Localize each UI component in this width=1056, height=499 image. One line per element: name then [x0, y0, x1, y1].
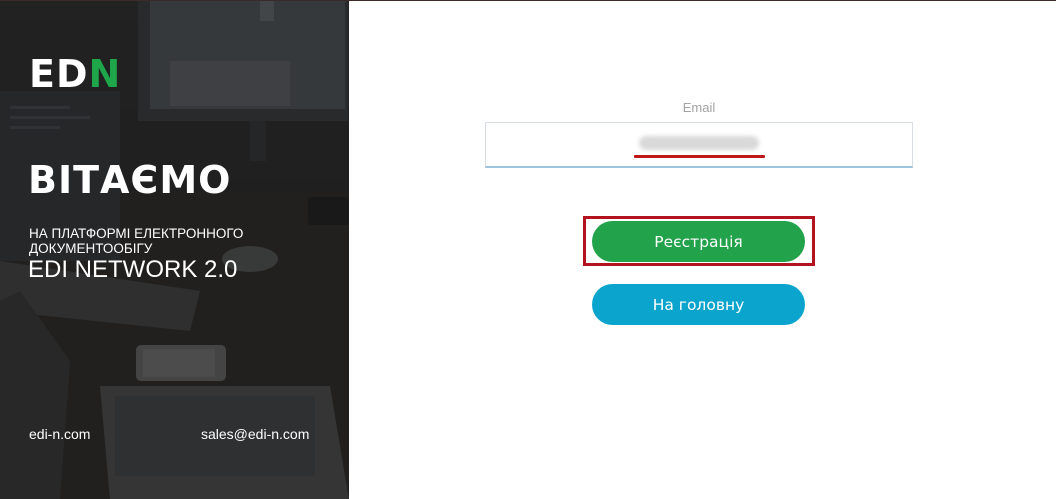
- page: EDN ВІТАЄМО НА ПЛАТФОРМІ ЕЛЕКТРОННОГО ДО…: [0, 0, 1056, 499]
- home-button[interactable]: На головну: [592, 284, 805, 325]
- edin-logo: EDN: [29, 55, 121, 93]
- hero-panel: EDN ВІТАЄМО НА ПЛАТФОРМІ ЕЛЕКТРОННОГО ДО…: [0, 1, 349, 499]
- register-button[interactable]: Реєстрація: [592, 221, 805, 262]
- product-name: EDI NETWORK 2.0: [28, 256, 238, 283]
- email-annotation-underline: [634, 155, 765, 158]
- logo-n-mark: N: [88, 52, 122, 96]
- welcome-subtitle: НА ПЛАТФОРМІ ЕЛЕКТРОННОГО ДОКУМЕНТООБІГУ: [29, 226, 244, 256]
- logo-text: ED: [29, 52, 89, 96]
- site-link[interactable]: edi-n.com: [29, 426, 90, 442]
- sales-email-link[interactable]: sales@edi-n.com: [201, 426, 309, 442]
- email-value-redacted: [639, 136, 759, 150]
- registration-form: Email Реєстрація На головну: [349, 1, 1056, 499]
- welcome-title: ВІТАЄМО: [28, 158, 232, 202]
- email-label: Email: [682, 100, 716, 115]
